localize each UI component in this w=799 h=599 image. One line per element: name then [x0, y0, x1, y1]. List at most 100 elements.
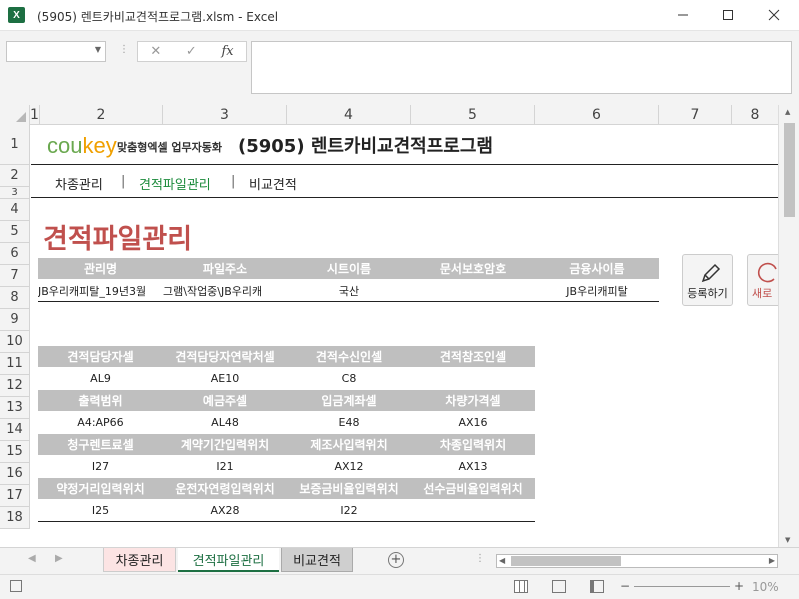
- settings-cell[interactable]: [411, 500, 535, 521]
- divider: [31, 164, 778, 165]
- normal-view-icon[interactable]: [514, 580, 528, 593]
- settings-cell[interactable]: AE10: [163, 368, 287, 389]
- coukey-logo: coukey: [47, 133, 117, 158]
- column-header[interactable]: 4: [287, 105, 411, 125]
- zoom-level[interactable]: 10%: [752, 580, 779, 594]
- settings-cell[interactable]: A4:AP66: [38, 412, 163, 433]
- row-header[interactable]: 10: [0, 331, 30, 353]
- column-header[interactable]: 5: [411, 105, 535, 125]
- file-table-header: 시트이름: [287, 258, 411, 279]
- row-header[interactable]: 13: [0, 397, 30, 419]
- tab-scroll-right-icon[interactable]: ▶: [55, 553, 63, 564]
- hscroll-thumb[interactable]: [511, 556, 621, 566]
- row-header[interactable]: 7: [0, 265, 30, 287]
- column-header[interactable]: 3: [163, 105, 287, 125]
- tab-splitter-icon[interactable]: ⋮: [475, 553, 485, 564]
- scroll-up-icon[interactable]: ▲: [785, 108, 790, 116]
- register-button[interactable]: 등록하기: [682, 254, 733, 306]
- file-table-cell[interactable]: [411, 280, 535, 301]
- row-header[interactable]: 9: [0, 309, 30, 331]
- column-header[interactable]: 7: [659, 105, 732, 125]
- settings-cell[interactable]: AX16: [411, 412, 535, 433]
- formula-input[interactable]: [251, 41, 792, 94]
- scroll-left-icon[interactable]: ◀: [499, 556, 505, 565]
- settings-header: 보증금비율입력위치: [287, 478, 411, 499]
- chevron-down-icon[interactable]: ▼: [95, 45, 101, 54]
- nav-item-compare[interactable]: 비교견적: [249, 174, 297, 193]
- window-title: (5905) 렌트카비교견적프로그램.xlsm - Excel: [37, 10, 279, 24]
- cancel-formula-button[interactable]: ✕: [150, 44, 161, 59]
- maximize-icon: [723, 10, 733, 20]
- settings-cell[interactable]: AL48: [163, 412, 287, 433]
- minimize-button[interactable]: [670, 4, 696, 26]
- settings-cell[interactable]: [411, 368, 535, 389]
- row-header[interactable]: 18: [0, 507, 30, 529]
- maximize-button[interactable]: [715, 4, 741, 26]
- file-table-header: 금융사이름: [535, 258, 659, 279]
- table-bottom-line: [38, 301, 659, 302]
- tab-car-models[interactable]: 차종관리: [103, 548, 176, 572]
- file-table-header: 문서보호암호: [411, 258, 535, 279]
- program-title: (5905) 렌트카비교견적프로그램: [238, 136, 493, 157]
- row-header[interactable]: 5: [0, 221, 30, 243]
- zoom-out-button[interactable]: −: [620, 579, 630, 593]
- enter-formula-button[interactable]: ✓: [186, 44, 197, 59]
- row-header[interactable]: 2: [0, 165, 30, 187]
- settings-cell[interactable]: I22: [287, 500, 411, 521]
- add-sheet-icon[interactable]: +: [388, 552, 404, 568]
- row-header[interactable]: 6: [0, 243, 30, 265]
- column-header[interactable]: 8: [732, 105, 778, 125]
- settings-cell[interactable]: AX28: [163, 500, 287, 521]
- file-table-cell[interactable]: JB우리캐피탈_19년3월: [38, 280, 163, 301]
- file-table-header: 관리명: [38, 258, 163, 279]
- row-header[interactable]: 4: [0, 199, 30, 221]
- row-header[interactable]: 8: [0, 287, 30, 309]
- tab-quote-files[interactable]: 견적파일관리: [178, 548, 279, 572]
- page-break-view-icon[interactable]: [590, 580, 604, 593]
- horizontal-scrollbar[interactable]: ◀ ▶: [496, 554, 778, 568]
- settings-cell[interactable]: AX12: [287, 456, 411, 477]
- row-header[interactable]: 11: [0, 353, 30, 375]
- zoom-in-button[interactable]: +: [734, 579, 744, 593]
- settings-cell[interactable]: I25: [38, 500, 163, 521]
- column-header[interactable]: 6: [535, 105, 659, 125]
- settings-cell[interactable]: C8: [287, 368, 411, 389]
- nav-item-car-models[interactable]: 차종관리: [55, 174, 103, 193]
- settings-cell[interactable]: AL9: [38, 368, 163, 389]
- nav-item-quote-files[interactable]: 견적파일관리: [139, 174, 211, 193]
- tab-scroll-left-icon[interactable]: ◀: [28, 553, 36, 564]
- name-box[interactable]: ▼: [6, 41, 106, 62]
- settings-cell[interactable]: AX13: [411, 456, 535, 477]
- insert-function-button[interactable]: fx: [221, 44, 233, 59]
- file-table-cell[interactable]: 그램\작업중\JB우리캐: [163, 280, 287, 301]
- row-header[interactable]: 16: [0, 463, 30, 485]
- row-header[interactable]: 12: [0, 375, 30, 397]
- settings-cell[interactable]: I27: [38, 456, 163, 477]
- row-header[interactable]: 3: [0, 187, 30, 199]
- vertical-scrollbar[interactable]: ▲ ▼: [778, 105, 799, 547]
- refresh-icon: [757, 262, 777, 283]
- row-header[interactable]: 17: [0, 485, 30, 507]
- row-header[interactable]: 1: [0, 125, 30, 165]
- close-button[interactable]: [761, 4, 787, 26]
- divider: [31, 197, 778, 198]
- settings-header: 견적수신인셀: [287, 346, 411, 367]
- file-table-cell[interactable]: 국산: [287, 280, 411, 301]
- select-all-corner[interactable]: [0, 105, 30, 125]
- tab-compare[interactable]: 비교견적: [281, 548, 353, 572]
- settings-header: 청구렌트료셀: [38, 434, 163, 455]
- page-layout-view-icon[interactable]: [552, 580, 566, 593]
- column-header[interactable]: 2: [40, 105, 163, 125]
- zoom-slider[interactable]: [634, 586, 730, 587]
- row-header[interactable]: 15: [0, 441, 30, 463]
- settings-cell[interactable]: I21: [163, 456, 287, 477]
- scroll-right-icon[interactable]: ▶: [769, 556, 775, 565]
- scroll-down-icon[interactable]: ▼: [785, 536, 790, 544]
- new-button[interactable]: 새로: [747, 254, 778, 306]
- file-table-cell[interactable]: JB우리캐피탈: [535, 280, 659, 301]
- row-header[interactable]: 14: [0, 419, 30, 441]
- settings-cell[interactable]: E48: [287, 412, 411, 433]
- scroll-thumb[interactable]: [784, 123, 795, 217]
- macro-record-icon[interactable]: [10, 580, 22, 592]
- column-header[interactable]: 1: [30, 105, 40, 125]
